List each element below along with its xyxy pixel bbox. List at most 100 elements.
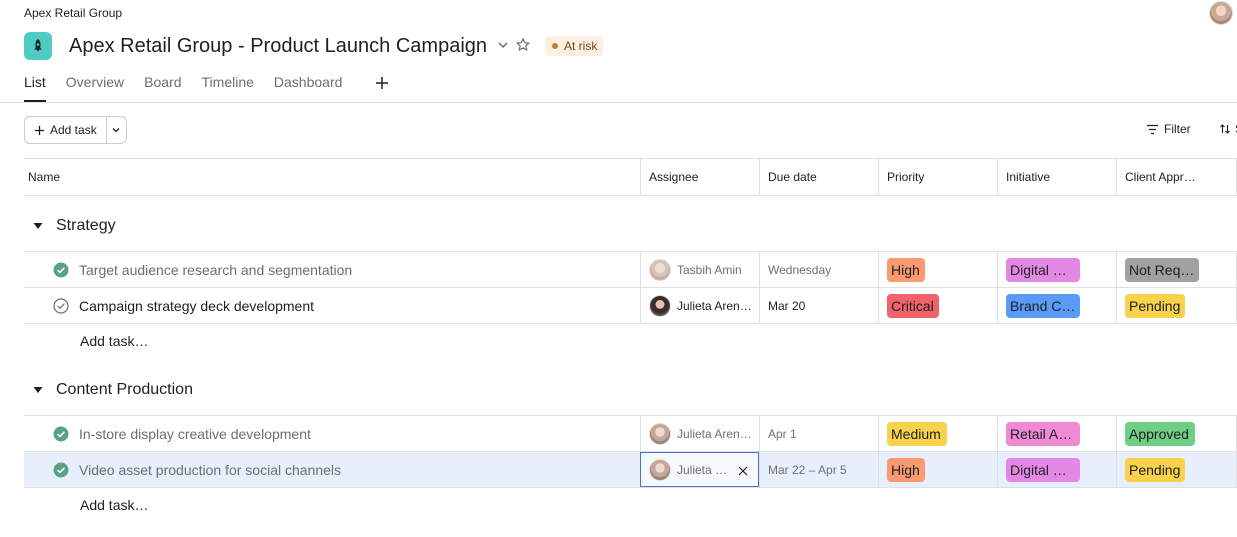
filter-button[interactable]: Filter — [1146, 122, 1191, 136]
tab-dashboard[interactable]: Dashboard — [274, 72, 343, 102]
initiative-cell[interactable]: Digital … — [997, 252, 1116, 287]
org-name[interactable]: Apex Retail Group — [24, 6, 122, 20]
column-header-priority[interactable]: Priority — [878, 159, 997, 195]
table-header: Name Assignee Due date Priority Initiati… — [24, 158, 1237, 196]
avatar — [649, 458, 671, 481]
assignee-cell[interactable]: Julieta Aren… — [640, 288, 759, 323]
chevron-down-icon — [112, 128, 120, 133]
add-tab-plus-icon[interactable] — [374, 75, 390, 91]
due-date-cell[interactable]: Mar 20 — [759, 288, 878, 323]
task-name: Campaign strategy deck development — [79, 297, 315, 314]
initiative-cell[interactable]: Brand C… — [997, 288, 1116, 323]
section-title: Content Production — [56, 381, 193, 398]
column-header-assignee[interactable]: Assignee — [640, 159, 759, 195]
chevron-down-icon[interactable] — [496, 38, 510, 52]
priority-cell[interactable]: High — [878, 252, 997, 287]
initiative-cell[interactable]: Retail A… — [997, 416, 1116, 451]
task-name: In-store display creative development — [79, 425, 311, 442]
add-task-button[interactable]: Add task — [25, 117, 106, 143]
assignee-name: Julieta Aren… — [677, 426, 752, 441]
priority-chip: Medium — [887, 421, 947, 446]
initiative-chip: Digital … — [1006, 457, 1080, 482]
add-task-dropdown[interactable] — [105, 117, 126, 143]
sort-icon — [1220, 124, 1230, 134]
project-tabs: List Overview Board Timeline Dashboard — [24, 72, 362, 102]
due-date-cell[interactable]: Mar 22 – Apr 5 — [759, 452, 878, 487]
header-divider — [0, 102, 1237, 103]
due-date-cell[interactable]: Apr 1 — [759, 416, 878, 451]
tab-overview[interactable]: Overview — [66, 72, 124, 102]
avatar — [649, 294, 671, 317]
assignee-name: Tasbih Amin — [677, 262, 742, 277]
task-name: Video asset production for social channe… — [79, 461, 342, 478]
star-icon[interactable] — [515, 37, 531, 53]
task-row[interactable]: Video asset production for social channe… — [24, 451, 1237, 488]
task-name: Target audience research and segmentatio… — [79, 261, 353, 278]
task-name-cell[interactable]: Video asset production for social channe… — [24, 452, 640, 487]
assignee-name: Julieta … — [677, 462, 728, 477]
due-date: Mar 22 – Apr 5 — [768, 462, 847, 477]
client-approval-cell[interactable]: Pending — [1116, 452, 1237, 487]
task-row[interactable]: In-store display creative development Ju… — [24, 415, 1237, 452]
task-row[interactable]: Campaign strategy deck development Julie… — [24, 287, 1237, 324]
priority-chip: High — [887, 457, 925, 482]
assignee-name: Julieta Aren… — [677, 298, 752, 313]
project-rocket-icon[interactable] — [24, 32, 52, 60]
column-header-name[interactable]: Name — [24, 159, 640, 195]
priority-cell[interactable]: High — [878, 452, 997, 487]
section-header-content-production[interactable]: Content Production — [24, 380, 193, 400]
due-date: Mar 20 — [768, 298, 806, 313]
add-task-inline[interactable]: Add task… — [80, 497, 148, 513]
client-approval-chip: Approved — [1125, 421, 1195, 446]
tab-board[interactable]: Board — [144, 72, 181, 102]
due-date: Apr 1 — [768, 426, 797, 441]
due-date: Wednesday — [768, 262, 832, 277]
initiative-chip: Retail A… — [1006, 421, 1080, 446]
client-approval-chip: Pending — [1125, 293, 1185, 318]
avatar — [649, 258, 671, 281]
caret-down-icon[interactable] — [24, 380, 52, 400]
client-approval-chip: Not Req… — [1125, 257, 1199, 282]
client-approval-cell[interactable]: Approved — [1116, 416, 1237, 451]
add-task-label: Add task — [50, 123, 97, 137]
status-label: At risk — [564, 39, 598, 53]
section-header-strategy[interactable]: Strategy — [24, 216, 116, 236]
client-approval-cell[interactable]: Not Req… — [1116, 252, 1237, 287]
task-row[interactable]: Target audience research and segmentatio… — [24, 251, 1237, 288]
status-badge[interactable]: At risk — [545, 36, 604, 56]
avatar — [649, 422, 671, 445]
project-title[interactable]: Apex Retail Group - Product Launch Campa… — [69, 35, 487, 58]
column-header-initiative[interactable]: Initiative — [997, 159, 1116, 195]
add-task-button-group: Add task — [24, 116, 127, 144]
initiative-cell[interactable]: Digital … — [997, 452, 1116, 487]
sort-button[interactable]: S — [1219, 122, 1237, 136]
user-avatar[interactable] — [1209, 1, 1233, 25]
priority-chip: Critical — [887, 293, 939, 318]
add-task-inline[interactable]: Add task… — [80, 333, 148, 349]
column-header-due-date[interactable]: Due date — [759, 159, 878, 195]
task-name-cell[interactable]: In-store display creative development — [24, 416, 640, 451]
assignee-cell[interactable]: Tasbih Amin — [640, 252, 759, 287]
initiative-chip: Digital … — [1006, 257, 1080, 282]
clear-assignee-close-icon[interactable] — [736, 464, 750, 478]
section-title: Strategy — [56, 217, 116, 234]
priority-chip: High — [887, 257, 925, 282]
task-name-cell[interactable]: Campaign strategy deck development — [24, 288, 640, 323]
priority-cell[interactable]: Medium — [878, 416, 997, 451]
tab-timeline[interactable]: Timeline — [202, 72, 254, 102]
due-date-cell[interactable]: Wednesday — [759, 252, 878, 287]
initiative-chip: Brand C… — [1006, 293, 1080, 318]
priority-cell[interactable]: Critical — [878, 288, 997, 323]
client-approval-chip: Pending — [1125, 457, 1185, 482]
task-name-cell[interactable]: Target audience research and segmentatio… — [24, 252, 640, 287]
filter-icon — [1147, 124, 1158, 134]
plus-icon — [34, 125, 45, 135]
client-approval-cell[interactable]: Pending — [1116, 288, 1237, 323]
assignee-cell[interactable]: Julieta … — [640, 452, 759, 487]
filter-label: Filter — [1164, 122, 1191, 136]
status-dot-icon — [552, 43, 558, 49]
tab-list[interactable]: List — [24, 72, 46, 102]
column-header-client-approval[interactable]: Client Appr… — [1116, 159, 1237, 195]
assignee-cell[interactable]: Julieta Aren… — [640, 416, 759, 451]
caret-down-icon[interactable] — [24, 216, 52, 236]
